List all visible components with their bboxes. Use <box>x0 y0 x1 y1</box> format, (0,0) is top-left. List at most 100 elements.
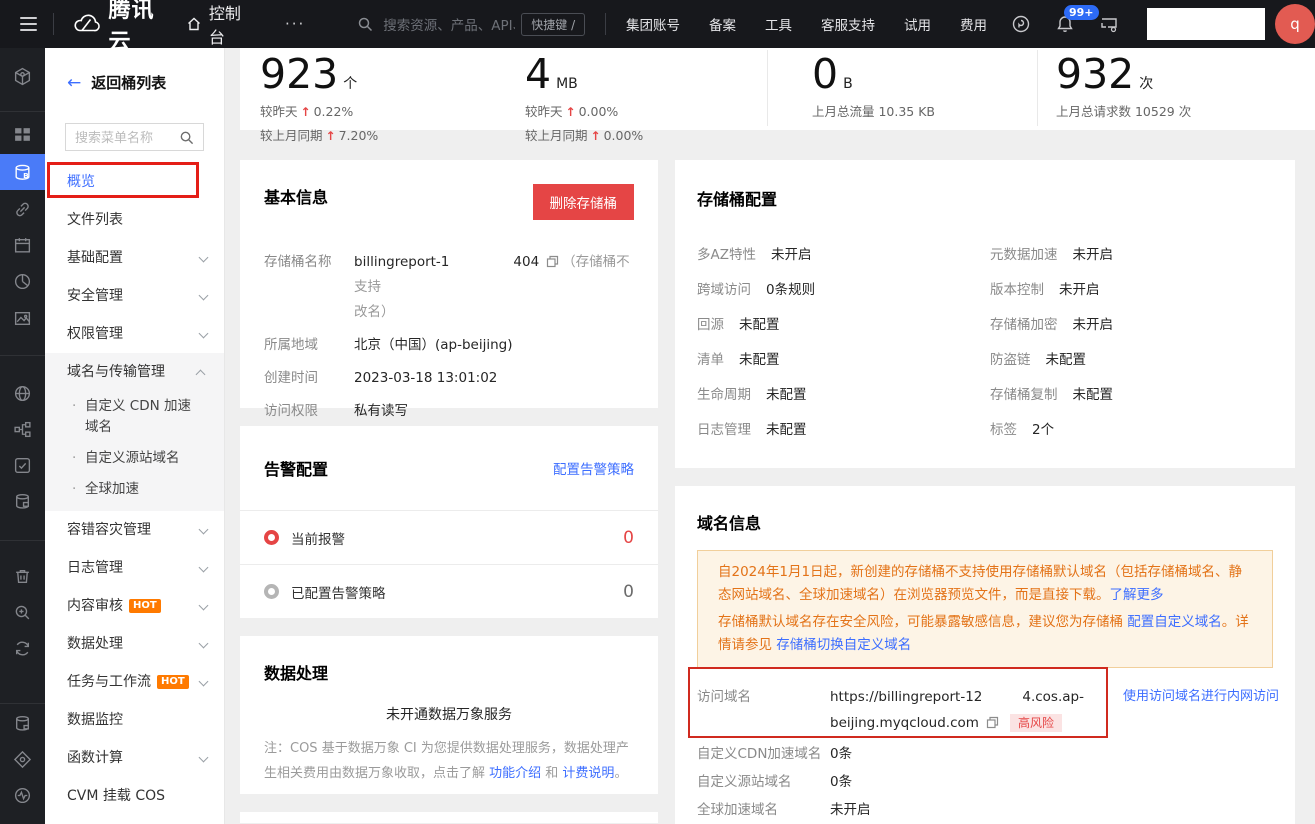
sidebar-item-file-list[interactable]: 文件列表 <box>45 201 224 239</box>
media-image-icon[interactable] <box>13 309 32 328</box>
config-item: 存储桶复制未配置 <box>990 386 1273 405</box>
ci-note: 注：COS 基于数据万象 CI 为您提供数据处理服务，数据处理产生相关费用由数据… <box>264 736 634 786</box>
menu-search-input[interactable] <box>75 130 179 145</box>
global-search[interactable]: 搜索资源、产品、API、文档 快捷键 / <box>357 13 585 36</box>
configure-alarm-policy-link[interactable]: 配置告警策略 <box>553 458 634 478</box>
sidebar-item-function-compute[interactable]: 函数计算 <box>45 739 224 777</box>
console-link[interactable]: 控制台 <box>186 0 245 48</box>
delete-bucket-button[interactable]: 删除存储桶 <box>533 184 635 220</box>
chevron-down-icon <box>199 291 209 301</box>
learn-more-link[interactable]: 了解更多 <box>1110 587 1164 603</box>
feature-intro-link[interactable]: 功能介绍 <box>489 766 541 781</box>
task-check-icon[interactable] <box>13 456 32 475</box>
basic-info-panel: 基本信息 删除存储桶 存储桶名称 billingreport-1404（存储桶不… <box>240 160 658 408</box>
policy-status-icon <box>264 584 279 599</box>
link-icon[interactable] <box>13 200 32 219</box>
bullet-icon: · <box>72 479 76 500</box>
origin-domain-row: 自定义源站域名0条 <box>697 774 1273 791</box>
chevron-down-icon <box>199 253 209 263</box>
shortcut-key-badge: 快捷键 / <box>521 13 585 36</box>
console-manage-icon[interactable] <box>1099 14 1119 34</box>
sidebar-item-fault-tolerance[interactable]: 容错容灾管理 <box>45 511 224 549</box>
bucket-name-value: billingreport-1 <box>354 254 449 270</box>
database-icon[interactable] <box>13 492 32 511</box>
up-arrow-icon: ↑ <box>591 129 601 143</box>
panel-title: 域名信息 <box>697 510 1273 534</box>
nav-support[interactable]: 客服支持 <box>821 14 875 34</box>
divider <box>1037 50 1038 126</box>
sidebar-item-global-acceleration[interactable]: ·全球加速 <box>45 474 224 505</box>
sidebar-item-permission[interactable]: 权限管理 <box>45 315 224 353</box>
panel-title: 存储桶配置 <box>697 186 1273 210</box>
menu-list: 概览 文件列表 基础配置 安全管理 权限管理 域名与传输管理 ·自定义 CDN … <box>45 163 224 815</box>
configure-custom-domain-link[interactable]: 配置自定义域名 <box>1127 614 1222 630</box>
overflow-menu[interactable]: ··· <box>285 15 305 33</box>
bell-icon[interactable]: 99+ <box>1055 14 1075 34</box>
account-name-redacted[interactable] <box>1147 8 1265 40</box>
config-item: 存储桶加密未开启 <box>990 316 1273 335</box>
global-accel-domain-row: 全球加速域名未开启 <box>697 802 1273 819</box>
flow-branch-icon[interactable] <box>13 420 32 439</box>
home-icon <box>186 16 202 32</box>
billing-doc-link[interactable]: 计费说明 <box>562 766 614 781</box>
bullet-icon: · <box>72 396 76 417</box>
menu-search[interactable] <box>65 123 204 151</box>
config-item: 标签2个 <box>990 421 1273 440</box>
copy-icon[interactable] <box>546 255 559 268</box>
topbar: 腾讯云 控制台 ··· 搜索资源、产品、API、文档 快捷键 / 集团账号 备案… <box>0 0 1315 48</box>
sidebar-item-basic-config[interactable]: 基础配置 <box>45 239 224 277</box>
chevron-down-icon <box>199 677 209 687</box>
switch-custom-domain-doc-link[interactable]: 存储桶切换自定义域名 <box>776 637 911 653</box>
panel-title: 基本信息 <box>264 184 328 208</box>
pie-chart-icon[interactable] <box>13 272 32 291</box>
sidebar-item-custom-cdn-domain[interactable]: ·自定义 CDN 加速域名 <box>45 391 224 443</box>
package-box-icon[interactable] <box>13 750 32 769</box>
inspect-search-icon[interactable] <box>13 603 32 622</box>
overview-stats-panel: 923个 较昨天↑0.22% 较上月同期↑7.20% 4MB 较昨天↑0.00%… <box>240 48 1315 130</box>
stat-storage-size: 4MB 较昨天↑0.00% 较上月同期↑0.00% <box>525 52 643 144</box>
storage-db-icon[interactable] <box>13 714 32 733</box>
sync-icon[interactable] <box>13 639 32 658</box>
avatar[interactable]: q <box>1275 4 1315 44</box>
bucket-sidebar: ← 返回桶列表 概览 文件列表 基础配置 安全管理 权限管理 域名与传输管理 ·… <box>45 48 225 824</box>
monitor-pulse-icon[interactable] <box>13 786 32 805</box>
hamburger-menu-icon[interactable] <box>20 13 37 35</box>
sidebar-item-log-management[interactable]: 日志管理 <box>45 549 224 587</box>
tencent-cloud-logo[interactable]: 腾讯云 <box>71 0 159 56</box>
cdn-domain-row: 自定义CDN加速域名0条 <box>697 746 1273 763</box>
sidebar-item-overview[interactable]: 概览 <box>45 163 224 201</box>
next-panel-edge <box>240 812 658 823</box>
sidebar-item-data-monitor[interactable]: 数据监控 <box>45 701 224 739</box>
nav-group-account[interactable]: 集团账号 <box>626 14 680 34</box>
region-row: 所属地域 北京（中国）(ap-beijing) <box>264 333 634 358</box>
sidebar-item-custom-origin-domain[interactable]: ·自定义源站域名 <box>45 443 224 474</box>
support-circle-icon[interactable] <box>1011 14 1031 34</box>
globe-icon[interactable] <box>13 384 32 403</box>
product-cube-icon[interactable] <box>13 67 32 86</box>
intranet-access-link[interactable]: 使用访问域名进行内网访问 <box>1123 684 1279 710</box>
dashboard-grid-icon[interactable] <box>13 125 32 144</box>
sidebar-item-content-audit[interactable]: 内容审核HOT <box>45 587 224 625</box>
acl-row: 访问权限 私有读写 <box>264 399 634 424</box>
sidebar-item-cvm-mount-cos[interactable]: CVM 挂载 COS <box>45 777 224 815</box>
current-alarm-row: 当前报警 0 <box>240 510 658 564</box>
hot-badge: HOT <box>129 599 161 613</box>
panel-title: 数据处理 <box>264 660 634 684</box>
nav-tools[interactable]: 工具 <box>765 14 792 34</box>
nav-icp[interactable]: 备案 <box>709 14 736 34</box>
copy-icon[interactable] <box>986 716 999 729</box>
cos-bucket-icon[interactable]: B <box>13 163 32 182</box>
trash-icon[interactable] <box>13 567 32 586</box>
up-arrow-icon: ↑ <box>326 129 336 143</box>
sidebar-item-security[interactable]: 安全管理 <box>45 277 224 315</box>
bucket-config-panel: 存储桶配置 多AZ特性未开启 元数据加速未开启 跨域访问0条规则 版本控制未开启… <box>675 160 1295 468</box>
logo-text: 腾讯云 <box>108 0 159 56</box>
sidebar-item-tasks-workflow[interactable]: 任务与工作流HOT <box>45 663 224 701</box>
sidebar-item-data-processing[interactable]: 数据处理 <box>45 625 224 663</box>
sidebar-item-domain-transfer[interactable]: 域名与传输管理 <box>45 353 224 391</box>
nav-billing[interactable]: 费用 <box>960 14 987 34</box>
calendar-icon[interactable] <box>13 236 32 255</box>
nav-trial[interactable]: 试用 <box>904 14 931 34</box>
divider <box>767 50 768 126</box>
search-placeholder: 搜索资源、产品、API、文档 <box>383 14 515 34</box>
